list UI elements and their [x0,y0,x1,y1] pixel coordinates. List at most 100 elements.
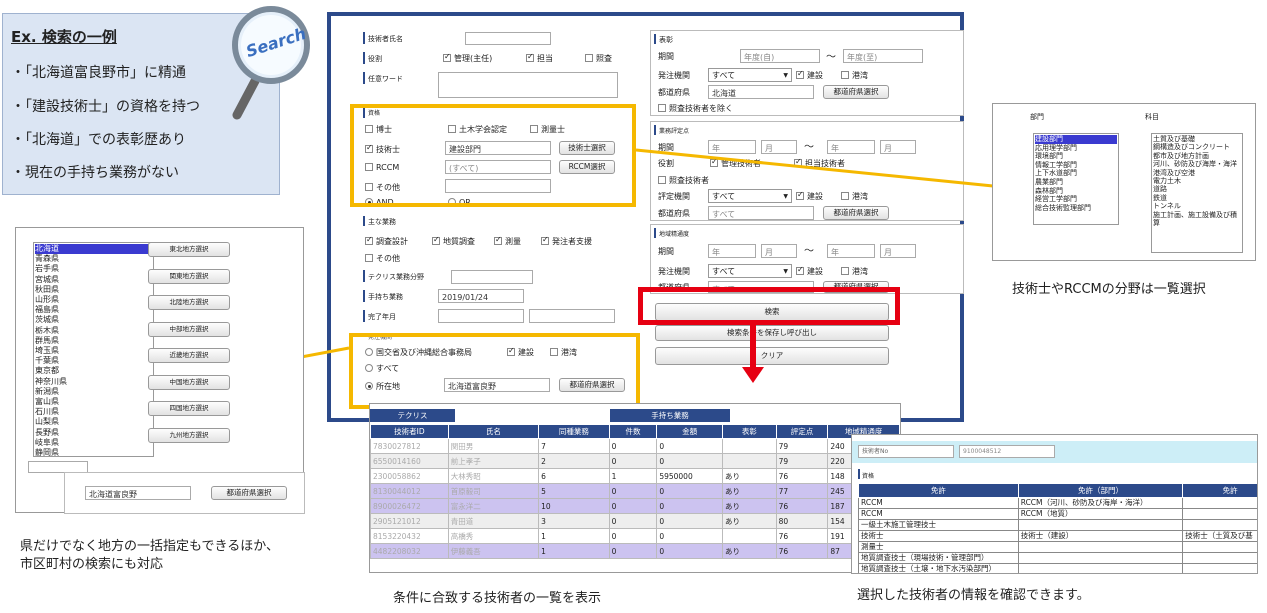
pref-option[interactable]: 茨城県 [35,315,152,325]
pref-option[interactable]: 神奈川県 [35,377,152,387]
results-column-header[interactable]: 評定点 [775,424,829,439]
region-select-button[interactable]: 九州地方選択 [148,427,230,443]
pref-option[interactable]: 北海道 [35,244,152,255]
detail-column-header: 免許 [858,483,1019,498]
detail-row: 測量士 [858,541,1257,553]
detail-cell: 技術士 [858,530,1019,542]
detail-cell [1182,497,1257,509]
dept-option[interactable]: 上下水道部門 [1035,169,1117,178]
table-cell: 79 [775,438,829,454]
subject-option[interactable]: 河川、砂防及び海岸・海洋 [1153,160,1241,168]
results-column-header[interactable]: 表彰 [722,424,777,439]
subject-option[interactable]: 施工計画、施工設備及び積算 [1153,211,1241,228]
table-row[interactable]: 2905121012 青田道 3 0 0 あり 80 154 [370,513,900,529]
region-select-button[interactable]: 関東地方選択 [148,268,230,284]
detail-cell [1182,541,1257,553]
results-column-header[interactable]: 同種業務 [538,424,610,439]
pref-option[interactable]: 青森県 [35,254,152,264]
table-cell [722,528,777,544]
pref-caption-1: 県だけでなく地方の一括指定もできるほか、 [20,539,279,554]
pref-popup-input[interactable]: 北海道富良野 [85,486,191,500]
detail-cell: RCCM（河川、砂防及び海岸・海洋） [1017,497,1184,509]
results-column-header[interactable]: 件数 [608,424,658,439]
results-column-header[interactable]: 氏名 [447,424,540,439]
pref-option[interactable]: 長野県 [35,428,152,438]
pref-option[interactable]: 群馬県 [35,336,152,346]
pref-list[interactable]: 北海道 青森県 岩手県 宮城県 秋田県 山形県 福島県 茨城県 栃木県 群馬県 埼玉県 千葉県 東京都神… [33,242,154,457]
pref-option[interactable]: 千葉県 [35,356,152,366]
region-select-button[interactable]: 北陸地方選択 [148,295,230,310]
table-row[interactable]: 8130044012 首原毅司 5 0 0 あり 77 245 [370,483,900,499]
table-cell: 77 [775,483,829,499]
table-row[interactable]: 8153220432 高橋秀 1 0 0 76 191 [370,528,900,544]
subject-option[interactable]: 鉄道 [1153,194,1241,202]
detail-cell [1017,552,1184,564]
region-select-button[interactable]: 中部地方選択 [148,321,230,337]
subject-option[interactable]: トンネル [1153,202,1241,210]
detail-cell: RCCM（地質） [1017,508,1184,520]
pref-option[interactable]: 岩手県 [35,264,152,274]
region-select-button[interactable]: 東北地方選択 [148,242,230,257]
region-select-button[interactable]: 中国地方選択 [148,374,230,390]
dept-option[interactable]: 環境部門 [1035,152,1117,161]
pref-option[interactable]: 埼玉県 [35,346,152,356]
pref-select-popup: 北海道 青森県 岩手県 宮城県 秋田県 山形県 福島県 茨城県 栃木県 群馬県 埼玉県 千葉県 東京都神… [15,227,305,514]
pref-option[interactable]: 東京都 [35,366,152,376]
results-column-header[interactable]: 技術者ID [370,424,449,439]
subject-option[interactable]: 道路 [1153,185,1241,193]
subject-list[interactable]: 土質及び基礎 鋼構造及びコンクリート 都市及び地方計画 河川、砂防及び海岸・海洋 港湾及… [1151,133,1243,253]
table-cell: 7 [538,438,610,454]
table-cell: 1 [608,468,658,484]
detail-cell: 測量士 [858,541,1019,553]
results-caption: 条件に合致する技術者の一覧を表示 [393,591,602,606]
pref-option[interactable]: 栃木県 [35,326,152,336]
pref-popup-select-button[interactable]: 都道府県選択 [211,486,287,500]
pref-option[interactable]: 山梨県 [35,417,152,427]
dept-option[interactable]: 建設部門 [1035,135,1117,144]
table-row[interactable]: 8900026472 富永洋二 10 0 0 あり 76 187 [370,498,900,514]
region-select-button[interactable]: 近畿地方選択 [148,348,230,363]
detail-column-header: 免許（部門） [1017,483,1184,498]
table-cell: 2 [538,453,610,469]
dept-option[interactable]: 経営工学部門 [1035,195,1117,204]
detail-cell: 一級土木施工管理技士 [858,519,1019,531]
pref-option[interactable]: 秋田県 [35,285,152,295]
table-cell: 高橋秀 [447,528,540,544]
dept-option[interactable]: 森林部門 [1035,187,1117,196]
pref-option[interactable]: 静岡県 [35,448,152,456]
table-row[interactable]: 6550014160 前上孝子 2 0 0 79 220 [370,453,900,469]
results-table-area: テクリス 手持ち業務 技術者ID 氏名 同種業務 件数 金額 表彰 評定点 地域精通度 7830… [369,403,901,573]
table-cell: 5 [538,483,610,499]
region-select-button[interactable]: 四国地方選択 [148,401,230,416]
pref-option[interactable]: 福島県 [35,305,152,315]
table-cell: 8153220432 [370,528,449,544]
dept-list[interactable]: 建設部門 応用理学部門 環境部門 情報工学部門 上下水道部門 農業部門 森林部門 経営工学部門… [1033,133,1119,225]
subject-option[interactable]: 鋼構造及びコンクリート [1153,143,1241,151]
table-cell: 0 [608,528,658,544]
pref-option[interactable]: 富山県 [35,397,152,407]
table-cell: 0 [656,438,723,454]
table-row[interactable]: 4482208032 伊藤義吾 1 0 0 あり 76 87 [370,543,900,559]
table-cell: 大林秀昭 [447,468,540,484]
pref-option[interactable]: 宮城県 [35,275,152,285]
subject-option[interactable]: 都市及び地方計画 [1153,152,1241,160]
table-cell: 関田男 [447,438,540,454]
field-popup-caption: 技術士やRCCMの分野は一覧選択 [1012,282,1206,297]
pref-option[interactable]: 石川県 [35,407,152,417]
table-cell: あり [722,498,777,514]
table-row[interactable]: 2300058862 大林秀昭 6 1 5950000 あり 76 148 [370,468,900,484]
results-column-header[interactable]: 金額 [656,424,723,439]
detail-section-label: 資格 [862,473,875,480]
dept-option[interactable]: 応用理学部門 [1035,144,1117,153]
detail-caption: 選択した技術者の情報を確認できます。 [857,588,1090,603]
subject-option[interactable]: 港湾及び空港 [1153,169,1241,177]
table-cell: 1 [538,528,610,544]
table-cell: 前上孝子 [447,453,540,469]
pref-option[interactable]: 新潟県 [35,387,152,397]
pref-option[interactable]: 岐阜県 [35,438,152,448]
pref-option[interactable]: 山形県 [35,295,152,305]
table-cell: 2905121012 [370,513,449,529]
dept-option[interactable]: 総合技術監理部門 [1035,204,1117,213]
table-row[interactable]: 7830027812 関田男 7 0 0 79 240 [370,438,900,454]
dept-option[interactable]: 農業部門 [1035,178,1117,187]
